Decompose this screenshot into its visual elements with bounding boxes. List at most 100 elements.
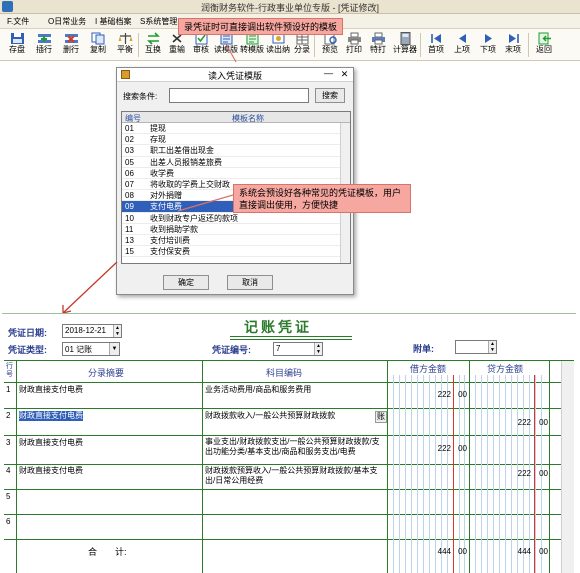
save-icon (10, 33, 24, 44)
debit-amount[interactable]: 222 (427, 444, 451, 453)
summary-cell[interactable]: 财政直接支付电费 (19, 466, 83, 476)
total-credit-cents: 00 (539, 547, 548, 556)
credit-cents[interactable]: 00 (536, 418, 548, 427)
copy-icon (91, 32, 104, 45)
voucher-title: 记账凭证 (244, 319, 312, 335)
credit-cents[interactable]: 00 (536, 469, 548, 478)
date-label: 凭证日期: (8, 328, 47, 338)
swap-icon (146, 32, 160, 45)
attach-field[interactable]: ▲ ▼ (455, 340, 497, 354)
template-row[interactable]: 01 提现 (122, 123, 350, 135)
entries-table: 行号 分录摘要 科目编码 借方金额 贷方金额 1 财政直接支付电费 业务活动费用… (4, 360, 574, 573)
search-button[interactable]: 搜索 (315, 88, 345, 103)
return-icon (538, 32, 551, 45)
search-row: 搜索条件: 搜索 (123, 88, 349, 104)
return-button[interactable]: 返回 (531, 31, 557, 59)
first-icon (430, 34, 441, 43)
prev-icon (458, 34, 466, 43)
minimize-icon[interactable]: — (322, 69, 335, 80)
callout-preset-templates: 系统会预设好各种常见的凭证模板，用户直接调出使用，方便快捷 (233, 184, 411, 213)
table-scrollbar[interactable] (561, 361, 574, 573)
app-title: 润衡财务软件-行政事业单位专版 - [凭证修改] (201, 3, 379, 13)
menu-file[interactable]: F.文件 (7, 16, 29, 27)
close-icon[interactable]: ✕ (338, 69, 351, 80)
balance-icon (118, 33, 132, 44)
cancel-button[interactable]: 取消 (227, 275, 273, 290)
column-credit: 贷方金额 (487, 364, 524, 374)
template-row[interactable]: 11 收到捐助学款 (122, 224, 350, 235)
title-underline (230, 339, 352, 340)
calculator-button[interactable]: 计算器 (392, 31, 418, 59)
title-underline (230, 336, 352, 337)
total-credit: 444 (517, 547, 531, 556)
type-label: 凭证类型: (8, 345, 47, 355)
dialog-title: 读入凭证模版 (207, 71, 262, 81)
number-spinner-icon[interactable]: ▲ ▼ (314, 343, 322, 355)
insert-row-icon (37, 34, 51, 43)
ok-button[interactable]: 确定 (163, 275, 209, 290)
column-summary: 分录摘要 (88, 368, 125, 378)
column-debit: 借方金额 (410, 364, 447, 374)
attach-spinner-icon[interactable]: ▲ ▼ (488, 341, 496, 353)
date-spinner-icon[interactable]: ▲ ▼ (113, 325, 121, 337)
voucher-form: 记账凭证 凭证日期: 2018-12-21 ▲ ▼ 凭证类型: 01 记账 ▼ 凭… (2, 313, 576, 573)
template-row[interactable]: 05 出差人员报销差旅费 (122, 157, 350, 168)
search-label: 搜索条件: (123, 92, 158, 101)
attach-label: 附单: (413, 344, 434, 354)
template-row[interactable]: 03 职工出差借出现金 (122, 145, 350, 157)
column-rowno: 行号 (6, 363, 13, 378)
last-icon (508, 34, 519, 43)
menu-basic-files[interactable]: I 基础档案 (95, 16, 131, 27)
credit-decimal-line (534, 375, 535, 573)
date-field[interactable]: 2018-12-21 ▲ ▼ (62, 324, 122, 338)
special-print-icon (371, 32, 385, 45)
template-row[interactable]: 13 支付培训费 (122, 235, 350, 247)
template-row[interactable]: 15 支付保安费 (122, 246, 350, 258)
search-input[interactable] (169, 88, 309, 103)
template-row[interactable]: 06 收学费 (122, 168, 350, 179)
template-list-header: 编号 模板名称 (122, 112, 350, 123)
account-cell[interactable]: 财政拨款收入/一般公共预算财政拨款 (205, 411, 335, 421)
account-cell[interactable]: 财政拨款预算收入/一般公共预算财政拨款/基本支出/日常公用经费 (205, 466, 385, 486)
debit-decimal-line (453, 375, 454, 573)
row-number: 1 (6, 385, 11, 394)
credit-amount[interactable]: 222 (507, 469, 531, 478)
number-label: 凭证编号: (212, 345, 251, 355)
column-account: 科目编码 (266, 368, 303, 378)
account-cell[interactable]: 事业支出/财政拨款支出/一般公共预算财政拨款/支出功能分类/基本支出/商品和服务… (205, 437, 385, 457)
menu-system[interactable]: S系统管理 (140, 16, 177, 27)
debit-cents[interactable]: 00 (455, 390, 467, 399)
template-row[interactable]: 10 收到财政专户返还的款项 (122, 213, 350, 224)
summary-cell-active[interactable]: 财政直接支付电费 (19, 411, 83, 421)
row-number: 3 (6, 438, 11, 447)
next-icon (484, 34, 492, 43)
type-select[interactable]: 01 记账 ▼ (62, 342, 120, 356)
menu-daily[interactable]: O日常业务 (48, 16, 86, 27)
debit-cents[interactable]: 00 (455, 444, 467, 453)
app-window: { "app": {"title": "润衡财务软件-行政事业单位专版 - [凭… (0, 0, 580, 573)
row-number: 2 (6, 411, 11, 420)
debit-amount[interactable]: 222 (427, 390, 451, 399)
read-template-dialog: 读入凭证模版 — ✕ 搜索条件: 搜索 编号 模板名称 01 提现 02 存现 03… (116, 67, 354, 295)
summary-cell[interactable]: 财政直接支付电费 (19, 385, 83, 395)
total-debit-cents: 00 (458, 547, 467, 556)
account-flag[interactable]: 账 (375, 411, 387, 423)
last-button[interactable]: 末项 (500, 31, 526, 59)
total-label: 合 计: (88, 547, 127, 557)
chevron-down-icon[interactable]: ▼ (109, 343, 119, 355)
debit-digit-grid (387, 375, 469, 573)
calculator-icon (400, 32, 410, 45)
dialog-title-bar: 读入凭证模版 — ✕ (117, 68, 353, 82)
title-bar: 润衡财务软件-行政事业单位专版 - [凭证修改] (0, 0, 580, 14)
summary-cell[interactable]: 财政直接支付电费 (19, 438, 83, 448)
row-number: 4 (6, 466, 11, 475)
row-number: 5 (6, 492, 11, 501)
template-row[interactable]: 02 存现 (122, 134, 350, 146)
print-icon (347, 32, 361, 45)
account-cell[interactable]: 业务活动费用/商品和服务费用 (205, 385, 311, 395)
callout-template-hint: 录凭证时可直接调出软件预设好的模板 (178, 18, 344, 35)
number-field[interactable]: 7 ▲ ▼ (273, 342, 323, 356)
credit-amount[interactable]: 222 (507, 418, 531, 427)
delete-row-icon (64, 34, 78, 43)
row-number: 6 (6, 517, 11, 526)
